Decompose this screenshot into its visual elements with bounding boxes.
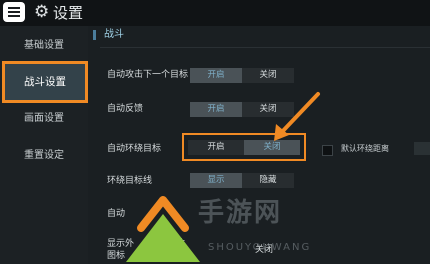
up-triangle-icon [126,214,200,262]
pointer-arrow-shaft [278,92,320,136]
annotation-overlay [126,92,320,262]
